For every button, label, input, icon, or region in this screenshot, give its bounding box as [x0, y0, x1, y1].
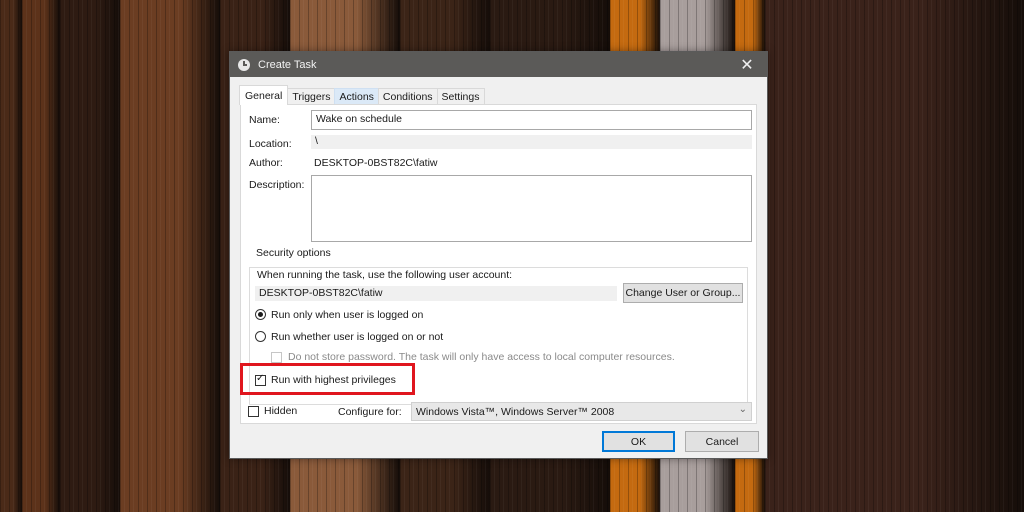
run-whether-logged-on-radio[interactable]: [255, 331, 266, 342]
description-input[interactable]: [311, 175, 752, 242]
tab-label: General: [245, 89, 283, 102]
hidden-label[interactable]: Hidden: [264, 405, 297, 417]
wood-plank: [22, 0, 60, 512]
user-account-value: DESKTOP-0BST82C\fatiw: [255, 286, 617, 301]
close-button[interactable]: ✕: [727, 52, 767, 77]
wood-plank: [60, 0, 120, 512]
do-not-store-password-label: Do not store password. The task will onl…: [288, 351, 675, 363]
close-icon: ✕: [740, 56, 754, 74]
tab-general[interactable]: General: [239, 85, 289, 105]
configure-for-select[interactable]: Windows Vista™, Windows Server™ 2008 ⌄: [411, 402, 752, 421]
run-whether-logged-on-label[interactable]: Run whether user is logged on or not: [271, 331, 443, 343]
name-input[interactable]: Wake on schedule: [311, 110, 752, 130]
window-title: Create Task: [258, 58, 317, 71]
tab-label: Conditions: [382, 91, 433, 103]
location-value: \: [311, 135, 752, 149]
wood-plank: [0, 0, 22, 512]
tab-settings[interactable]: Settings: [436, 88, 485, 105]
tab-label: Settings: [441, 91, 480, 103]
wood-grain: [120, 0, 220, 512]
tab-label: Actions: [339, 91, 374, 103]
hidden-checkbox[interactable]: [248, 406, 259, 417]
account-prompt: When running the task, use the following…: [257, 269, 513, 281]
do-not-store-password-checkbox[interactable]: [271, 352, 282, 363]
ok-button[interactable]: OK: [602, 431, 675, 452]
chevron-down-icon: ⌄: [738, 404, 747, 415]
run-only-logged-on-radio[interactable]: [255, 309, 266, 320]
tab-conditions[interactable]: Conditions: [377, 88, 438, 105]
name-label: Name:: [249, 114, 280, 126]
wood-plank: [120, 0, 220, 512]
author-label: Author:: [249, 157, 283, 169]
change-user-button[interactable]: Change User or Group...: [623, 283, 743, 303]
description-label: Description:: [249, 179, 305, 191]
tab-strip: General Triggers Actions Conditions Sett…: [239, 85, 485, 105]
clock-icon: [238, 58, 250, 71]
wood-grain: [60, 0, 120, 512]
create-task-dialog: Create Task ✕ General Triggers Actions C…: [229, 51, 768, 459]
location-label: Location:: [249, 138, 292, 150]
title-bar[interactable]: Create Task ✕: [230, 52, 767, 77]
tab-actions[interactable]: Actions: [334, 88, 379, 105]
wood-grain: [22, 0, 60, 512]
configure-for-value: Windows Vista™, Windows Server™ 2008: [416, 405, 615, 418]
wood-grain: [0, 0, 22, 512]
tab-label: Triggers: [292, 91, 331, 103]
author-value: DESKTOP-0BST82C\fatiw: [314, 157, 438, 169]
wood-plank: [765, 0, 1024, 512]
tab-triggers[interactable]: Triggers: [287, 88, 336, 105]
configure-for-label: Configure for:: [338, 406, 402, 418]
cancel-button[interactable]: Cancel: [685, 431, 759, 452]
wood-grain: [765, 0, 1024, 512]
security-options-title: Security options: [253, 247, 334, 259]
annotation-highlight-box: [240, 363, 415, 395]
run-only-logged-on-label[interactable]: Run only when user is logged on: [271, 309, 423, 321]
